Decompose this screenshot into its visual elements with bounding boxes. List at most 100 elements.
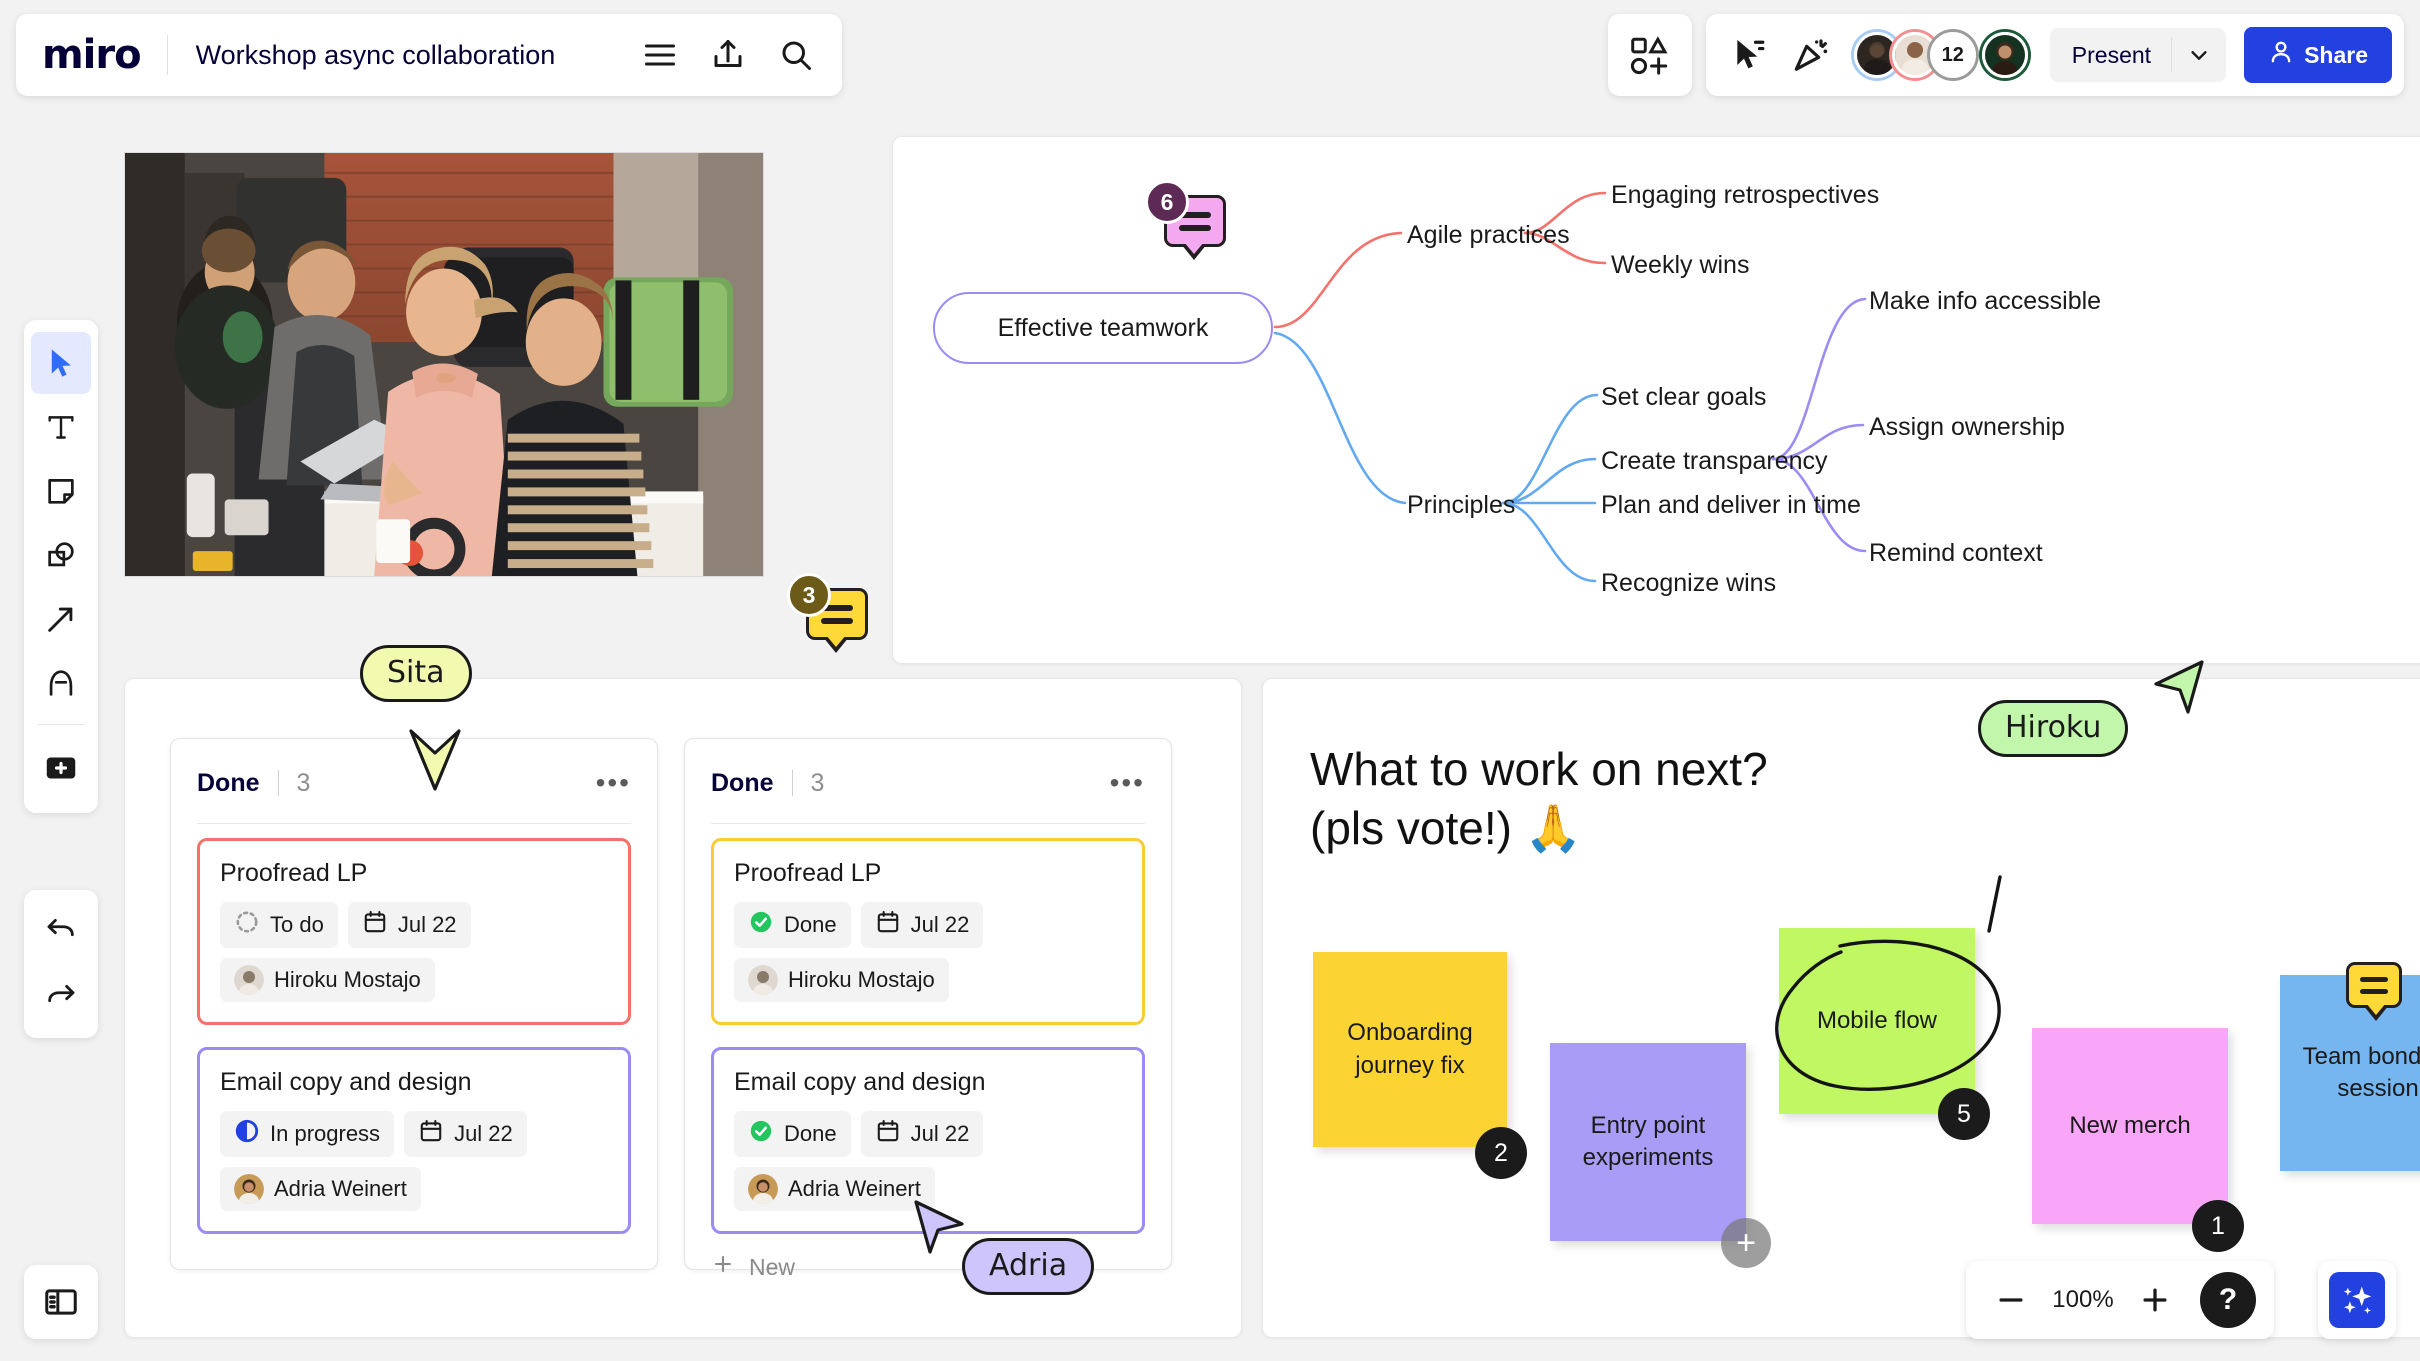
text-tool[interactable] (31, 396, 91, 458)
comment-bubble-icon[interactable] (2346, 962, 2402, 1021)
kanban-column-count: 3 (296, 768, 311, 797)
mindmap-node-weekly-wins[interactable]: Weekly wins (1611, 251, 1749, 280)
kanban-column-2[interactable]: Done 3 ••• Proofread LP Done Jul 22 Hiro… (684, 738, 1172, 1280)
collaborator-avatars[interactable]: 12 (1853, 32, 2028, 78)
card-status-chip[interactable]: Done (734, 1111, 851, 1157)
miro-logo: miro (42, 32, 142, 78)
search-icon[interactable] (776, 35, 816, 75)
sticky-text: Entry point experiments (1582, 1111, 1714, 1171)
card-status-label: Done (784, 912, 837, 937)
ai-assist-button[interactable] (2318, 1261, 2396, 1339)
undo-icon[interactable] (31, 900, 91, 962)
more-apps-tool[interactable] (31, 737, 91, 799)
comment-bubble-icon[interactable]: 6 (1145, 180, 1226, 260)
comment-count: 3 (787, 573, 831, 617)
vote-count-badge[interactable]: 1 (2192, 1200, 2244, 1252)
cursor-select-icon[interactable] (1722, 28, 1776, 82)
check-circle-icon (748, 909, 774, 941)
zoom-controls: 100% ? (1966, 1261, 2274, 1339)
mindmap-node-create-transparency[interactable]: Create transparency (1601, 447, 1828, 476)
redo-icon[interactable] (31, 966, 91, 1028)
kanban-card[interactable]: Proofread LP Done Jul 22 Hiroku Mostajo (711, 838, 1145, 1025)
kanban-card[interactable]: Proofread LP To do Jul 22 Hiroku Mostajo (197, 838, 631, 1025)
board-canvas[interactable]: miro Workshop async collaboration 12 Pre… (0, 0, 2420, 1361)
card-date-chip[interactable]: Jul 22 (860, 902, 984, 948)
menu-icon[interactable] (640, 35, 680, 75)
connector-tool[interactable] (31, 588, 91, 650)
card-status-chip[interactable]: Done (734, 902, 851, 948)
upload-icon[interactable] (708, 35, 748, 75)
card-assignee-chip[interactable]: Hiroku Mostajo (734, 958, 949, 1002)
comment-pin-mindmap[interactable]: 6 (1145, 180, 1226, 260)
mindmap-node-assign-ownership[interactable]: Assign ownership (1869, 413, 2065, 442)
card-date-chip[interactable]: Jul 22 (404, 1111, 527, 1157)
column-divider (277, 770, 279, 796)
add-sticky-button[interactable]: + (1721, 1218, 1771, 1268)
mindmap-root-node[interactable]: Effective teamwork (933, 292, 1273, 364)
shapes-grid-icon[interactable] (1607, 14, 1692, 96)
mindmap-node-remind-context[interactable]: Remind context (1869, 539, 2043, 568)
sticky-note-new-merch[interactable]: New merch (2032, 1028, 2228, 1224)
mindmap-frame[interactable]: Effective teamwork Agile practices Princ… (892, 136, 2420, 664)
card-status-chip[interactable]: In progress (220, 1111, 395, 1157)
board-title[interactable]: Workshop async collaboration (168, 40, 584, 71)
present-control[interactable]: Present (2049, 28, 2227, 82)
more-dots-icon[interactable]: ••• (1110, 769, 1145, 797)
celebration-icon[interactable] (1784, 28, 1838, 82)
mindmap-node-agile-practices[interactable]: Agile practices (1407, 221, 1570, 250)
avatar (234, 965, 264, 995)
kanban-column-title: Done (711, 768, 774, 797)
avatar-current-user[interactable] (1981, 32, 2028, 78)
sticky-text: New merch (2069, 1111, 2191, 1139)
mindmap-node-engaging-retrospectives[interactable]: Engaging retrospectives (1611, 181, 1879, 210)
more-dots-icon[interactable]: ••• (596, 769, 631, 797)
zoom-level-label[interactable]: 100% (2044, 1286, 2122, 1314)
card-date-label: Jul 22 (910, 912, 970, 937)
card-status-chip[interactable]: To do (220, 902, 338, 948)
zoom-out-button[interactable] (1984, 1273, 2038, 1327)
present-label: Present (2071, 41, 2152, 68)
mindmap-node-plan-and-deliver-in-time[interactable]: Plan and deliver in time (1601, 491, 1861, 520)
voting-title-line1: What to work on next? (1310, 743, 1768, 795)
avatar (234, 1174, 264, 1204)
cursor-label-hiroku: Hiroku (1978, 700, 2129, 757)
mindmap-node-principles[interactable]: Principles (1407, 491, 1515, 520)
help-button[interactable]: ? (2200, 1272, 2256, 1328)
comment-pin-sticky[interactable] (2346, 962, 2402, 1021)
card-title: Proofread LP (734, 859, 882, 887)
card-assignee-chip[interactable]: Adria Weinert (220, 1167, 421, 1211)
side-panel-toggle[interactable] (24, 1265, 98, 1339)
card-assignee-chip[interactable]: Hiroku Mostajo (220, 958, 435, 1002)
collaborator-count-badge[interactable]: 12 (1929, 32, 1976, 78)
kanban-column-count: 3 (810, 768, 825, 797)
card-date-chip[interactable]: Jul 22 (860, 1111, 984, 1157)
sticky-note-onboarding[interactable]: Onboarding journey fix (1313, 952, 1507, 1147)
sticky-note-tool[interactable] (31, 460, 91, 522)
zoom-in-button[interactable] (2128, 1273, 2182, 1327)
team-photo[interactable] (124, 152, 764, 577)
card-date-chip[interactable]: Jul 22 (347, 902, 471, 948)
share-button[interactable]: Share (2244, 27, 2392, 83)
sticky-note-entry-point[interactable]: Entry point experiments (1550, 1043, 1746, 1241)
shapes-tool[interactable] (31, 524, 91, 586)
mindmap-node-set-clear-goals[interactable]: Set clear goals (1601, 383, 1766, 412)
mindmap-node-recognize-wins[interactable]: Recognize wins (1601, 569, 1776, 598)
card-assignee-name: Hiroku Mostajo (788, 967, 935, 992)
left-toolbar (24, 320, 98, 813)
cursor-arrow-hiroku (2154, 660, 2204, 714)
select-tool[interactable] (31, 332, 91, 394)
pen-tool[interactable] (31, 652, 91, 714)
card-assignee-chip[interactable]: Adria Weinert (734, 1167, 935, 1211)
comment-pin-photo[interactable]: 3 (787, 573, 868, 653)
sticky-text: Onboarding journey fix (1347, 1019, 1473, 1079)
mindmap-node-make-info-accessible[interactable]: Make info accessible (1869, 287, 2101, 316)
kanban-column-1[interactable]: Done 3 ••• Proofread LP To do Jul 22 Hir… (170, 738, 658, 1270)
collab-toolbar: 12 Present Share (1705, 14, 2404, 96)
vote-count-badge[interactable]: 2 (1475, 1127, 1527, 1179)
chevron-down-icon[interactable] (2172, 44, 2226, 66)
card-assignee-name: Hiroku Mostajo (274, 967, 421, 992)
sticky-note-mobile-flow[interactable]: Mobile flow (1779, 928, 1975, 1114)
kanban-card[interactable]: Email copy and design In progress Jul 22… (197, 1047, 631, 1234)
vote-count-badge[interactable]: 5 (1938, 1088, 1990, 1140)
comment-bubble-icon[interactable]: 3 (787, 573, 868, 653)
